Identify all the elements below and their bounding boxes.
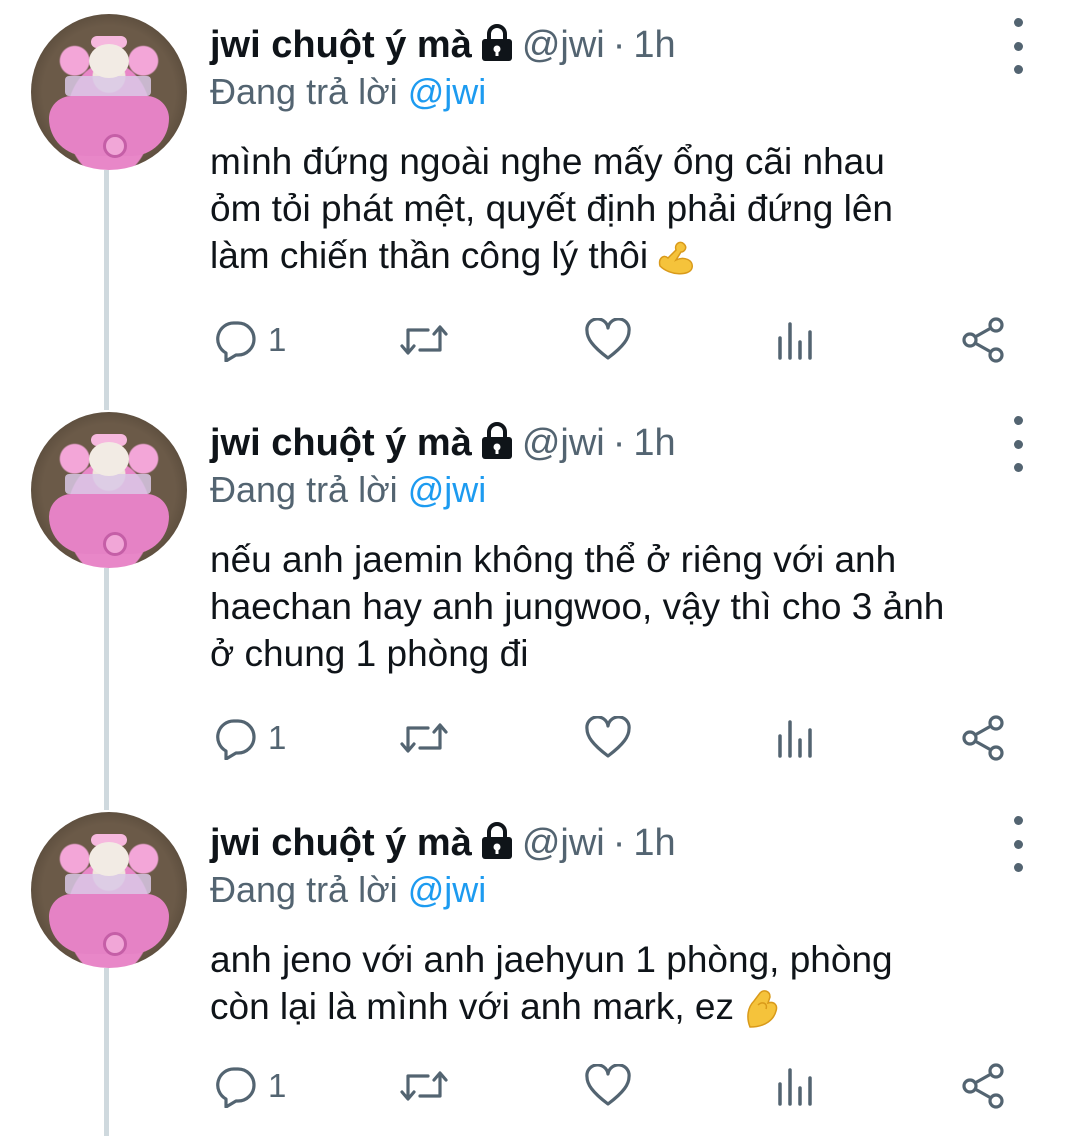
replying-prefix: Đang trả lời xyxy=(210,469,398,510)
reply-icon xyxy=(216,321,256,362)
like-button[interactable] xyxy=(584,710,632,766)
tweet-header: jwi chuột ý mà @jwi · 1h xyxy=(210,420,676,466)
tweet-actions: 1 xyxy=(0,710,1080,770)
analytics-button[interactable] xyxy=(776,1058,816,1114)
flexed-biceps-icon xyxy=(654,236,698,280)
user-handle[interactable]: @jwi xyxy=(522,22,605,68)
lock-icon xyxy=(480,421,514,461)
tweet-text-line: nếu anh jaemin không thể ở riêng với anh xyxy=(210,539,897,580)
display-name[interactable]: jwi chuột ý mà xyxy=(210,22,472,68)
retweet-icon xyxy=(400,723,448,753)
reply-button[interactable]: 1 xyxy=(214,312,286,368)
tweet-text: anh jeno với anh jaehyun 1 phòng, phòng … xyxy=(210,936,1050,1031)
avatar[interactable] xyxy=(31,812,187,968)
timestamp[interactable]: 1h xyxy=(633,22,675,68)
share-button[interactable] xyxy=(960,312,1006,368)
analytics-button[interactable] xyxy=(776,312,816,368)
separator: · xyxy=(612,422,626,464)
share-button[interactable] xyxy=(960,1058,1006,1114)
tweet-text-line: còn lại là mình với anh mark, ez xyxy=(210,983,1050,1031)
avatar[interactable] xyxy=(31,412,187,568)
separator: · xyxy=(612,24,626,66)
retweet-icon xyxy=(400,1071,448,1101)
mention-link[interactable]: @jwi xyxy=(408,869,487,910)
share-button[interactable] xyxy=(960,710,1006,766)
tweet-text-line: anh jeno với anh jaehyun 1 phòng, phòng xyxy=(210,939,893,980)
separator: · xyxy=(612,822,626,864)
analytics-icon xyxy=(778,720,812,758)
retweet-button[interactable] xyxy=(398,312,450,368)
tweet-actions: 1 xyxy=(0,312,1080,372)
like-icon xyxy=(585,1064,631,1106)
replying-to: Đang trả lời @jwi xyxy=(210,70,486,114)
display-name[interactable]: jwi chuột ý mà xyxy=(210,420,472,466)
reply-count: 1 xyxy=(268,321,287,358)
retweet-button[interactable] xyxy=(398,1058,450,1114)
replying-to: Đang trả lời @jwi xyxy=(210,868,486,912)
reply-count: 1 xyxy=(268,719,287,756)
tweet-text-line: ở chung 1 phòng đi xyxy=(210,633,529,674)
tweet-header: jwi chuột ý mà @jwi · 1h xyxy=(210,22,676,68)
mention-link[interactable]: @jwi xyxy=(408,71,487,112)
replying-to: Đang trả lời @jwi xyxy=(210,468,486,512)
tweet-text: nếu anh jaemin không thể ở riêng với anh… xyxy=(210,536,1050,677)
timestamp[interactable]: 1h xyxy=(633,820,675,866)
mention-link[interactable]: @jwi xyxy=(408,469,487,510)
lock-icon xyxy=(480,23,514,63)
tweet-text: mình đứng ngoài nghe mấy ổng cãi nhau ỏm… xyxy=(210,138,1050,280)
reply-icon xyxy=(216,719,256,760)
more-options-icon[interactable] xyxy=(1000,816,1036,872)
analytics-icon xyxy=(778,1068,812,1106)
tweet-header: jwi chuột ý mà @jwi · 1h xyxy=(210,820,676,866)
reply-button[interactable]: 1 xyxy=(214,710,286,766)
replying-prefix: Đang trả lời xyxy=(210,869,398,910)
like-icon xyxy=(585,318,631,360)
tweet-text-line: ỏm tỏi phát mệt, quyết định phải đứng lê… xyxy=(210,188,893,229)
display-name[interactable]: jwi chuột ý mà xyxy=(210,820,472,866)
tweet[interactable]: jwi chuột ý mà @jwi · 1h Đang trả lời @j… xyxy=(0,0,1080,400)
pinched-fingers-icon xyxy=(740,987,784,1031)
share-icon xyxy=(962,1063,1004,1109)
tweet-text-line: mình đứng ngoài nghe mấy ổng cãi nhau xyxy=(210,141,885,182)
retweet-button[interactable] xyxy=(398,710,450,766)
like-button[interactable] xyxy=(584,312,632,368)
lock-icon xyxy=(480,821,514,861)
user-handle[interactable]: @jwi xyxy=(522,820,605,866)
share-icon xyxy=(962,715,1004,761)
reply-icon xyxy=(216,1067,256,1108)
like-icon xyxy=(585,716,631,758)
tweet-text-line: haechan hay anh jungwoo, vậy thì cho 3 ả… xyxy=(210,586,945,627)
share-icon xyxy=(962,317,1004,363)
tweet-actions: 1 xyxy=(0,1058,1080,1118)
more-options-icon[interactable] xyxy=(1000,18,1036,74)
like-button[interactable] xyxy=(584,1058,632,1114)
reply-button[interactable]: 1 xyxy=(214,1058,286,1114)
analytics-icon xyxy=(778,322,812,360)
retweet-icon xyxy=(400,325,448,355)
more-options-icon[interactable] xyxy=(1000,416,1036,472)
avatar[interactable] xyxy=(31,14,187,170)
reply-count: 1 xyxy=(268,1067,287,1104)
timestamp[interactable]: 1h xyxy=(633,420,675,466)
replying-prefix: Đang trả lời xyxy=(210,71,398,112)
tweet-text-line: làm chiến thần công lý thôi xyxy=(210,232,1050,280)
tweet[interactable]: jwi chuột ý mà @jwi · 1h Đang trả lời @j… xyxy=(0,398,1080,798)
tweet[interactable]: jwi chuột ý mà @jwi · 1h Đang trả lời @j… xyxy=(0,798,1080,1136)
user-handle[interactable]: @jwi xyxy=(522,420,605,466)
analytics-button[interactable] xyxy=(776,710,816,766)
